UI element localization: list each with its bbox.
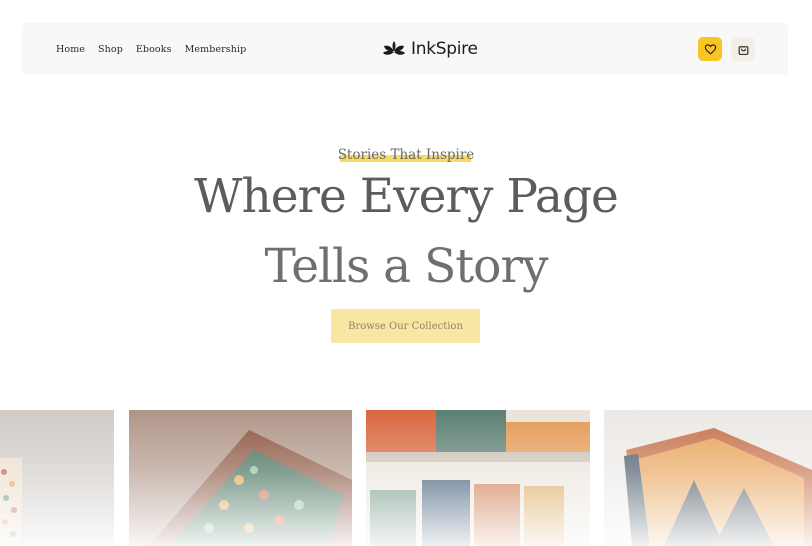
book-gallery — [0, 410, 812, 546]
hero-eyebrow: Stories That Inspire — [0, 144, 812, 164]
wishlist-button[interactable] — [698, 37, 722, 61]
lotus-logo-icon — [383, 41, 405, 55]
cart-button[interactable] — [731, 37, 755, 61]
top-navbar: Home Shop Ebooks Membership InkSpire — [22, 23, 788, 75]
hero-title-line-1: Where Every Page — [194, 169, 619, 224]
eyebrow-text: Stories That Inspire — [337, 147, 475, 163]
hero-title-line-2: Tells a Story — [264, 239, 549, 294]
gallery-image-illustrated-books[interactable] — [366, 410, 590, 546]
nav-link-membership[interactable]: Membership — [185, 44, 247, 55]
nav-link-ebooks[interactable]: Ebooks — [136, 44, 172, 55]
brand-logo-link[interactable]: InkSpire — [382, 37, 478, 61]
gallery-image-patterned-book[interactable] — [0, 410, 114, 546]
brand-name: InkSpire — [411, 39, 478, 59]
nav-link-home[interactable]: Home — [56, 44, 85, 55]
nav-actions — [698, 37, 755, 61]
bag-icon — [738, 45, 748, 55]
gallery-image-forest-book[interactable] — [604, 410, 812, 546]
gallery-image-floral-notebook[interactable] — [129, 410, 352, 546]
browse-collection-button[interactable]: Browse Our Collection — [331, 309, 480, 343]
heart-icon — [704, 43, 716, 55]
nav-link-shop[interactable]: Shop — [98, 44, 123, 55]
main-nav: Home Shop Ebooks Membership — [56, 44, 246, 55]
